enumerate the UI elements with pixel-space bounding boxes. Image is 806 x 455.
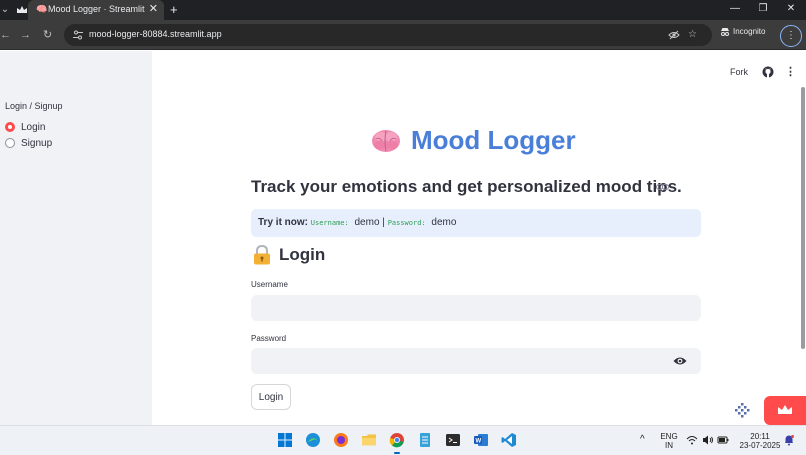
chrome-icon[interactable] bbox=[389, 432, 405, 448]
forward-icon[interactable]: → bbox=[20, 28, 31, 42]
anchor-link-icon[interactable] bbox=[656, 183, 669, 191]
close-window-button[interactable]: ✕ bbox=[776, 0, 806, 20]
info-username-label: Username: bbox=[310, 219, 349, 227]
app-menu-button[interactable]: ⋮ bbox=[785, 65, 796, 78]
tab-search-chevron-icon[interactable]: ⌄ bbox=[0, 0, 10, 20]
radio-option-signup[interactable]: Signup bbox=[5, 137, 52, 149]
bookmark-star-icon[interactable]: ☆ bbox=[688, 29, 700, 41]
username-input[interactable] bbox=[251, 295, 701, 321]
clock[interactable]: 20:11 23-07-2025 bbox=[736, 432, 784, 450]
crown-icon bbox=[778, 405, 792, 414]
show-hidden-icons-chevron[interactable]: ^ bbox=[640, 434, 645, 446]
terminal-icon[interactable] bbox=[445, 432, 461, 448]
brain-icon bbox=[372, 129, 400, 152]
info-separator: | bbox=[382, 217, 385, 228]
app-header-actions: Fork ⋮ bbox=[730, 65, 796, 78]
language-line2: IN bbox=[665, 441, 673, 450]
radio-selected-icon[interactable] bbox=[5, 122, 15, 132]
show-password-eye-icon[interactable] bbox=[673, 356, 687, 366]
edge-browser-icon[interactable] bbox=[305, 432, 321, 448]
url-text: mood-logger-80884.streamlit.app bbox=[89, 29, 222, 39]
password-label: Password bbox=[251, 334, 287, 343]
browser-menu-button[interactable]: ⋮ bbox=[780, 25, 802, 47]
streamlit-crown-icon bbox=[17, 6, 27, 13]
firefox-icon[interactable] bbox=[333, 432, 349, 448]
vscode-icon[interactable] bbox=[501, 432, 517, 448]
address-bar[interactable]: mood-logger-80884.streamlit.app ☆ bbox=[64, 24, 712, 46]
wifi-icon[interactable] bbox=[686, 434, 698, 446]
site-info-icon[interactable] bbox=[72, 29, 84, 41]
github-icon[interactable] bbox=[762, 66, 774, 78]
info-content: Try it now: Username: demo | Password: d… bbox=[258, 217, 456, 228]
incognito-indicator[interactable]: Incognito bbox=[720, 27, 766, 37]
lock-icon bbox=[254, 245, 270, 265]
login-button[interactable]: Login bbox=[251, 384, 291, 410]
info-username-value: demo bbox=[354, 217, 380, 228]
windows-taskbar: W ^ ENG IN 20:11 23-07-2025 bbox=[0, 425, 806, 455]
tab-title: Mood Logger · Streamlit bbox=[48, 4, 145, 14]
info-password-value: demo bbox=[431, 217, 457, 228]
restore-button[interactable]: ❐ bbox=[748, 0, 778, 20]
incognito-label: Incognito bbox=[733, 27, 766, 36]
password-input[interactable] bbox=[251, 348, 701, 374]
notepad-icon[interactable] bbox=[417, 432, 433, 448]
login-heading: Login bbox=[279, 245, 326, 264]
page-scrollbar[interactable] bbox=[801, 87, 805, 349]
info-prefix: Try it now: bbox=[258, 217, 308, 228]
info-box: Try it now: Username: demo | Password: d… bbox=[251, 209, 701, 237]
page-title: Mood Logger bbox=[411, 125, 576, 155]
battery-icon[interactable] bbox=[717, 434, 729, 446]
fork-button[interactable]: Fork bbox=[730, 67, 748, 77]
title-row: Mood Logger bbox=[371, 125, 576, 156]
windows-start-icon[interactable] bbox=[277, 432, 293, 448]
radio-group-label: Login / Signup bbox=[5, 101, 63, 111]
username-label: Username bbox=[251, 280, 288, 289]
browser-tab-bar: ⌄ 🧠 Mood Logger · Streamlit ✕ + — ❐ ✕ bbox=[0, 0, 806, 20]
tab-close-icon[interactable]: ✕ bbox=[149, 3, 158, 15]
manage-app-icon[interactable] bbox=[732, 401, 752, 421]
brain-favicon-icon: 🧠 bbox=[36, 4, 48, 14]
radio-unselected-icon[interactable] bbox=[5, 138, 15, 148]
language-line1: ENG bbox=[660, 432, 678, 441]
login-heading-row: Login bbox=[253, 245, 325, 265]
incognito-icon bbox=[721, 28, 729, 37]
tab-mood-logger[interactable]: 🧠 Mood Logger · Streamlit ✕ bbox=[28, 0, 164, 20]
volume-icon[interactable] bbox=[702, 434, 714, 446]
back-icon[interactable]: ← bbox=[0, 28, 11, 42]
info-password-label: Password: bbox=[387, 219, 426, 227]
file-explorer-icon[interactable] bbox=[361, 432, 377, 448]
radio-label-signup: Signup bbox=[21, 137, 53, 149]
sidebar: Login / Signup Login Signup bbox=[0, 51, 152, 425]
minimize-button[interactable]: — bbox=[720, 0, 750, 20]
radio-label-login: Login bbox=[21, 121, 46, 133]
new-tab-button[interactable]: + bbox=[170, 2, 178, 17]
eye-off-icon[interactable] bbox=[668, 29, 680, 41]
reload-icon[interactable]: ↻ bbox=[43, 28, 52, 42]
browser-toolbar: ← → ↻ mood-logger-80884.streamlit.app ☆ … bbox=[0, 20, 806, 50]
clock-date: 23-07-2025 bbox=[739, 441, 781, 450]
subheading: Track your emotions and get personalized… bbox=[251, 177, 682, 196]
radio-option-login[interactable]: Login bbox=[5, 121, 45, 133]
word-icon[interactable]: W bbox=[473, 432, 489, 448]
clock-time: 20:11 bbox=[750, 432, 770, 441]
streamlit-badge-button[interactable] bbox=[764, 396, 806, 425]
svg-text:W: W bbox=[476, 439, 482, 445]
language-indicator[interactable]: ENG IN bbox=[660, 432, 678, 450]
streamlit-app: Login / Signup Login Signup Fork ⋮ Mood … bbox=[0, 51, 806, 425]
chrome-active-indicator bbox=[394, 452, 400, 454]
notification-bell-icon[interactable] bbox=[783, 434, 795, 446]
